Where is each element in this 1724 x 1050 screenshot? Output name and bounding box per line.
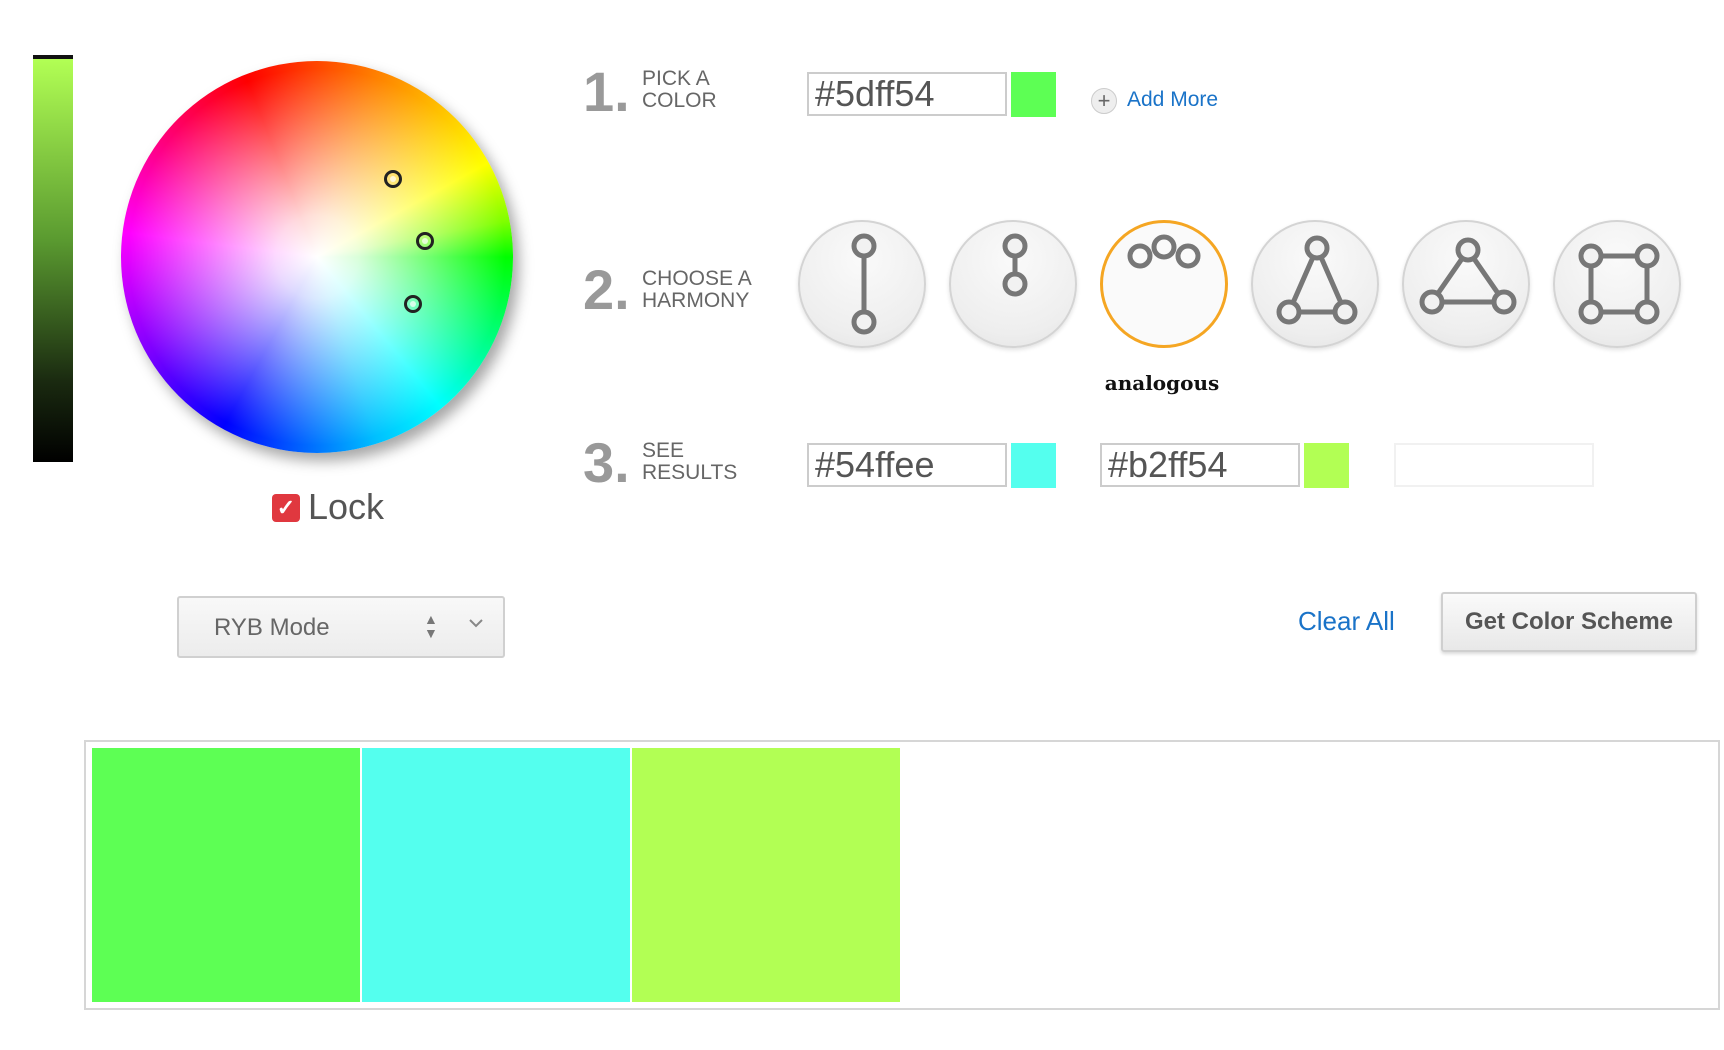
mode-select-value: RYB Mode [214,614,330,641]
step-1-label-line2: COLOR [642,89,717,112]
step-3-label: SEE RESULTS [642,440,782,484]
up-down-arrows-icon: ▲ ▼ [424,611,438,641]
complementary-line-icon [851,233,877,335]
result-color-input-2[interactable]: #b2ff54 [1100,443,1300,487]
base-color-swatch [1011,72,1056,117]
clear-all-link[interactable]: Clear All [1298,606,1395,637]
add-more-icon[interactable]: + [1091,88,1117,114]
lock-checkbox[interactable]: ✓ [272,494,300,522]
add-more-link[interactable]: Add More [1127,88,1218,112]
chevron-down-icon [469,619,483,628]
square-icon [1578,243,1660,325]
harmony-complementary-button[interactable] [798,220,926,348]
harmony-analogous-button[interactable] [1100,220,1228,348]
wheel-marker-yellowgreen[interactable] [384,169,403,188]
harmony-tetradic-button[interactable] [1553,220,1681,348]
step-3-label-line1: SEE [642,439,685,462]
color-wheel[interactable] [121,61,513,453]
step-2-label: CHOOSE A HARMONY [642,268,782,312]
step-2-label-line1: CHOOSE A [642,267,752,290]
wheel-marker-cyan[interactable] [404,295,423,314]
triangle-icon [1276,235,1358,325]
get-color-scheme-button[interactable]: Get Color Scheme [1441,592,1697,652]
result-color-swatch-1 [1011,443,1056,488]
result-color-swatch-2 [1304,443,1349,488]
palette-swatch-2 [362,748,630,1002]
step-3-number: 3. [583,431,630,494]
palette-swatch-3 [632,748,900,1002]
harmony-triad-button[interactable] [1251,220,1379,348]
step-1-label: PICK A COLOR [642,68,782,112]
base-color-input[interactable]: #5dff54 [807,72,1007,116]
mode-select[interactable]: RYB Mode ▲ ▼ [177,596,505,658]
lock-label: Lock [308,486,385,527]
harmony-monochromatic-button[interactable] [949,220,1077,348]
harmony-split-complementary-button[interactable] [1402,220,1530,348]
step-3-label-line2: RESULTS [642,461,738,484]
brightness-slider[interactable] [33,55,73,462]
palette-swatch-1 [92,748,360,1002]
short-line-icon [1002,233,1028,297]
palette-preview [84,740,1720,1010]
wheel-marker-green[interactable] [415,232,434,251]
harmony-caption: analogous [1104,371,1220,395]
result-color-input-empty[interactable] [1394,443,1594,487]
step-2-number: 2. [583,258,630,321]
step-1-label-line1: PICK A [642,67,710,90]
analogous-icon [1127,234,1201,269]
wide-triangle-icon [1419,237,1517,315]
step-2-label-line2: HARMONY [642,289,750,312]
result-color-input-1[interactable]: #54ffee [807,443,1007,487]
step-1-number: 1. [583,60,630,123]
